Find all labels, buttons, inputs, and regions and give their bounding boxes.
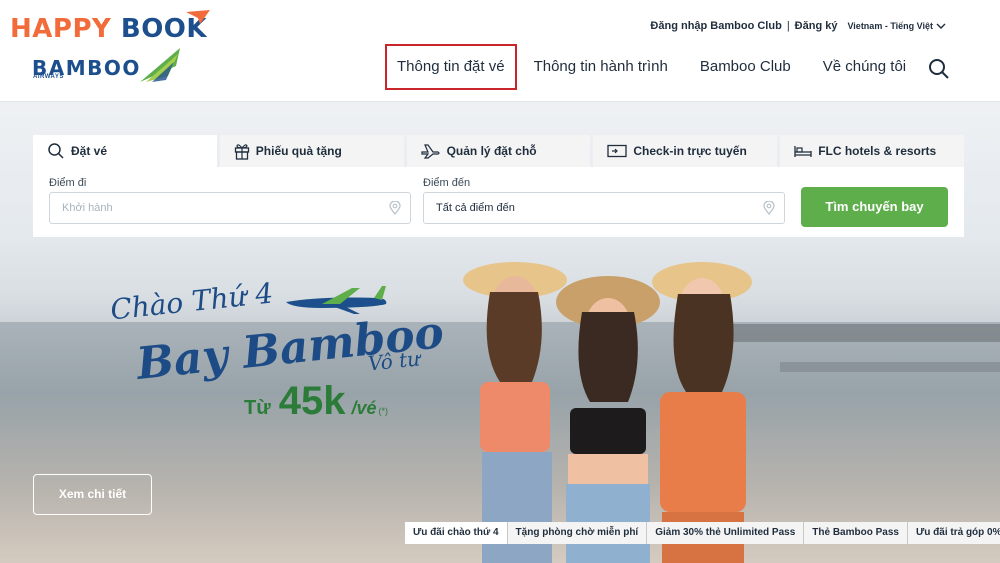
bed-icon	[794, 146, 812, 157]
logo-swoosh-icon	[186, 10, 210, 24]
origin-label: Điểm đi	[49, 177, 87, 189]
language-label: Vietnam - Tiếng Việt	[847, 21, 933, 31]
main-nav: Thông tin đặt vé Thông tin hành trình Ba…	[385, 44, 917, 90]
origin-input[interactable]: Khởi hành	[49, 192, 411, 224]
search-flights-button[interactable]: Tìm chuyến bay	[801, 187, 948, 227]
site-header: HAPPY BOOK BAMBOO AIRWAYS Đăng nhập Bamb…	[0, 0, 1000, 102]
tab-label: Check-in trực tuyến	[633, 144, 747, 158]
booking-tabs: Đặt vé Phiếu quà tặng Quản lý đặt chỗ Ch…	[33, 135, 964, 167]
chevron-down-icon	[936, 23, 946, 29]
search-icon	[48, 143, 64, 159]
price-amount: 45k	[278, 379, 346, 423]
offer-tab-bamboo-pass[interactable]: Thẻ Bamboo Pass	[804, 522, 908, 544]
price-unit: /vé	[351, 398, 377, 418]
origin-placeholder: Khởi hành	[62, 202, 113, 214]
airplane-icon	[420, 144, 440, 159]
airplane-illustration	[286, 286, 387, 314]
banner-photo-girls	[463, 262, 752, 563]
price-note: (*)	[378, 406, 388, 416]
offer-tab-unlimited-pass[interactable]: Giảm 30% thẻ Unlimited Pass	[647, 522, 805, 544]
offer-tab-installment[interactable]: Ưu đãi trả góp 0%	[907, 522, 1000, 544]
promo-price: Từ 45k /vé (*)	[244, 379, 388, 424]
nav-item-about-us[interactable]: Về chúng tôi	[812, 44, 917, 90]
offer-tab-wednesday[interactable]: Ưu đãi chào thứ 4	[405, 522, 508, 544]
flight-search-form: Điểm đi Khởi hành Điểm đến Tất cả điểm đ…	[33, 167, 964, 237]
gift-icon	[234, 144, 249, 160]
tab-label: Phiếu quà tặng	[255, 144, 342, 158]
logo-word-happy: HAPPY	[10, 14, 112, 44]
login-link[interactable]: Đăng nhập Bamboo Club	[650, 20, 781, 32]
tab-label: Đặt vé	[71, 144, 108, 158]
tab-book-ticket[interactable]: Đặt vé	[33, 135, 217, 167]
bamboo-leaf-icon	[140, 48, 180, 82]
tab-gift-voucher[interactable]: Phiếu quà tặng	[219, 135, 404, 167]
destination-value: Tất cả điểm đến	[436, 202, 515, 214]
search-icon[interactable]	[928, 58, 950, 80]
link-separator: |	[786, 20, 790, 32]
price-from: Từ	[244, 397, 271, 419]
destination-input[interactable]: Tất cả điểm đến	[423, 192, 785, 224]
view-details-button[interactable]: Xem chi tiết	[33, 474, 152, 515]
happy-book-logo[interactable]: HAPPY BOOK	[10, 14, 207, 44]
logo-airways-text: AIRWAYS	[33, 74, 64, 80]
location-pin-icon	[763, 201, 775, 215]
tab-flc-hotels[interactable]: FLC hotels & resorts	[780, 135, 964, 167]
nav-item-booking-info[interactable]: Thông tin đặt vé	[385, 44, 517, 90]
language-selector[interactable]: Vietnam - Tiếng Việt	[847, 21, 946, 31]
location-pin-icon	[389, 201, 401, 215]
tab-label: Quản lý đặt chỗ	[446, 144, 537, 158]
register-link[interactable]: Đăng ký	[795, 20, 838, 32]
distant-shore-2	[780, 362, 1000, 372]
tab-manage-booking[interactable]: Quản lý đặt chỗ	[406, 135, 591, 167]
ticket-icon	[607, 144, 628, 158]
offer-tabs: Ưu đãi chào thứ 4 Tặng phòng chờ miễn ph…	[405, 522, 1000, 544]
offer-tab-free-lounge[interactable]: Tặng phòng chờ miễn phí	[507, 522, 648, 544]
tab-online-checkin[interactable]: Check-in trực tuyến	[593, 135, 778, 167]
nav-item-itinerary-info[interactable]: Thông tin hành trình	[523, 44, 679, 90]
destination-label: Điểm đến	[423, 177, 471, 189]
tab-label: FLC hotels & resorts	[818, 144, 937, 158]
top-links: Đăng nhập Bamboo Club | Đăng ký Vietnam …	[650, 20, 946, 32]
nav-item-bamboo-club[interactable]: Bamboo Club	[689, 44, 802, 90]
